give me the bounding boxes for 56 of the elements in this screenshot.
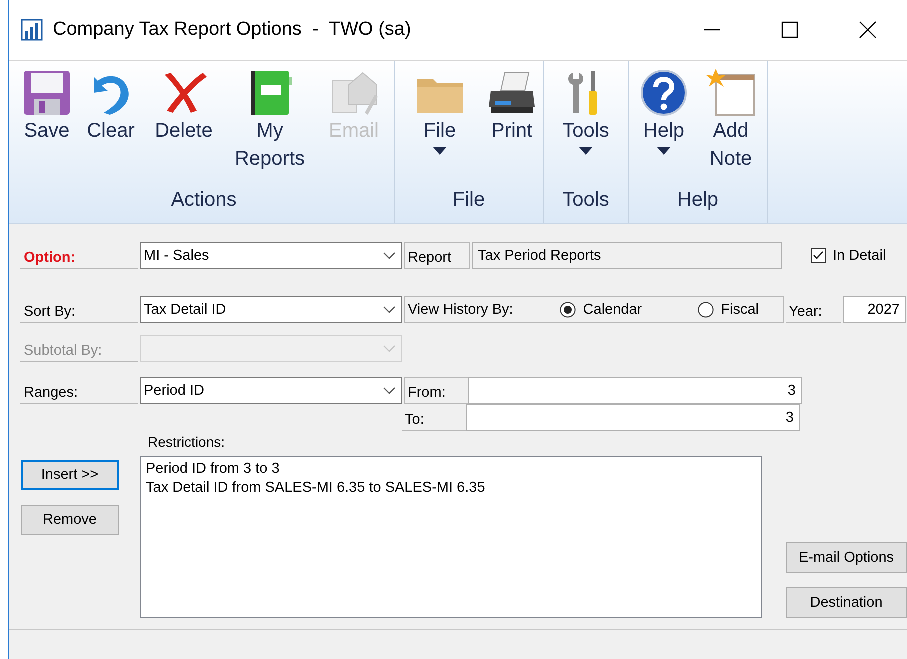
dropdown-field[interactable]: Period ID — [140, 377, 402, 404]
action-button[interactable]: Remove — [21, 505, 119, 535]
radio-button[interactable] — [698, 302, 714, 318]
note-icon — [706, 69, 756, 117]
chevron-icon — [383, 306, 396, 314]
minimize-icon — [704, 29, 720, 31]
save-icon — [22, 69, 72, 117]
restrictions-list[interactable]: Period ID from 3 to 3 Tax Detail ID from SALES-MI 6.35 to SALES-MI 6.35 — [140, 456, 762, 618]
field-label: Subtotal By: — [20, 335, 138, 362]
radio-button[interactable] — [560, 302, 576, 318]
from-field[interactable]: 3 — [468, 377, 802, 404]
group-label: File — [452, 189, 486, 213]
to-field[interactable]: 3 — [466, 404, 800, 431]
group-label: Actions — [170, 189, 238, 213]
chevron-icon — [383, 344, 396, 352]
checkbox-label: In Detail — [833, 248, 886, 264]
radio-label: Calendar — [583, 302, 642, 318]
ribbon-button[interactable]: My Reports — [224, 61, 316, 189]
help-icon — [639, 69, 689, 117]
year-field[interactable]: 2027 — [843, 296, 906, 323]
field-label: Ranges: — [20, 377, 138, 404]
window-title: Company Tax Report Options - TWO (sa) — [53, 19, 412, 41]
action-button[interactable]: E-mail Options — [786, 542, 907, 573]
chevron-icon — [383, 386, 396, 394]
ribbon-button[interactable]: Print — [483, 61, 541, 189]
checkbox[interactable] — [811, 248, 826, 263]
caret-icon — [579, 147, 593, 156]
field-label: Report — [404, 242, 470, 269]
chevron-icon — [383, 252, 396, 260]
group-label: Tools — [562, 189, 610, 213]
list-item[interactable]: Tax Detail ID from SALES-MI 6.35 to SALES-MI 6.35 — [146, 479, 756, 498]
list-label: Restrictions: — [148, 434, 226, 450]
field-label: Option: — [20, 242, 138, 269]
ribbon-button[interactable]: Help — [631, 61, 697, 189]
field-label: Sort By: — [20, 296, 138, 323]
list-item[interactable]: Period ID from 3 to 3 — [146, 460, 756, 479]
ribbon-button[interactable]: Tools — [546, 61, 626, 189]
ribbon-button[interactable]: Delete — [144, 61, 224, 189]
field-label: Year: — [786, 296, 841, 323]
ribbon-button[interactable]: Save — [16, 61, 78, 189]
ribbon-button[interactable]: Add Note — [697, 61, 765, 189]
action-button[interactable]: Insert >> — [21, 460, 119, 490]
caret-icon — [433, 147, 447, 156]
group-label: View History By: — [408, 302, 514, 318]
close-icon — [858, 20, 878, 40]
dropdown-field[interactable]: Tax Detail ID — [140, 296, 402, 323]
group-label: Help — [676, 189, 720, 213]
radio-label: Fiscal — [721, 302, 760, 318]
action-button[interactable]: Destination — [786, 587, 907, 618]
caret-icon — [657, 147, 671, 156]
chart-icon — [21, 19, 43, 41]
ribbon-button[interactable]: Clear — [78, 61, 144, 189]
ribbon-button[interactable]: File — [397, 61, 483, 189]
dropdown-field[interactable]: MI - Sales — [140, 242, 402, 269]
report-field: Tax Period Reports — [472, 242, 782, 269]
maximize-icon — [780, 20, 800, 40]
